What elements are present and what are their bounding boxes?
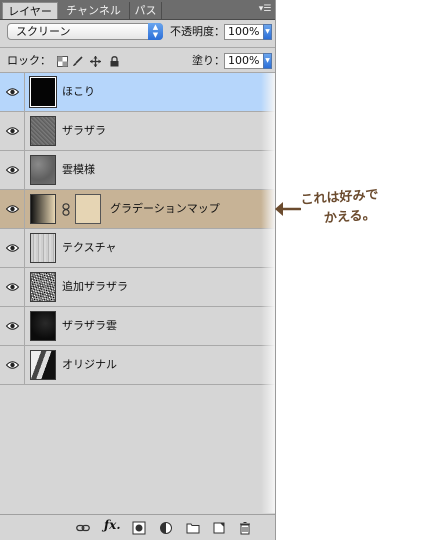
panel-menu-icon[interactable]: ▾☰	[258, 3, 272, 15]
eye-icon	[6, 244, 19, 252]
new-layer-icon[interactable]	[212, 521, 226, 535]
layer-row[interactable]: グラデーションマップ	[0, 190, 275, 229]
lock-all-padlock-icon[interactable]	[109, 56, 120, 67]
eye-icon	[6, 322, 19, 330]
layer-thumbnail	[29, 76, 57, 108]
fill-dropdown-icon[interactable]: ▼	[263, 53, 272, 69]
visibility-toggle[interactable]	[0, 268, 25, 306]
layers-bottom-toolbar: ƒx.	[0, 514, 275, 540]
delete-trash-icon[interactable]	[238, 521, 252, 535]
layer-name: ザラザラ	[62, 124, 106, 137]
layer-row[interactable]: 追加ザラザラ	[0, 268, 275, 307]
layer-thumbnail	[30, 155, 56, 185]
layer-name: グラデーションマップ	[110, 202, 220, 215]
eye-icon	[6, 205, 19, 213]
tab-layers[interactable]: レイヤー	[2, 2, 58, 19]
layer-thumbnail	[30, 350, 56, 380]
blend-mode-select[interactable]: スクリーン ▲ ▼	[7, 23, 163, 40]
tab-channels[interactable]: チャンネル	[58, 2, 130, 19]
eye-icon	[6, 88, 19, 96]
layer-row[interactable]: ザラザラ	[0, 112, 275, 151]
layer-name: ほこり	[62, 85, 95, 98]
visibility-toggle[interactable]	[0, 190, 25, 228]
layer-name: ザラザラ雲	[62, 319, 117, 332]
visibility-toggle[interactable]	[0, 307, 25, 345]
visibility-toggle[interactable]	[0, 73, 25, 111]
tab-paths[interactable]: パス	[130, 2, 162, 19]
visibility-toggle[interactable]	[0, 229, 25, 267]
layer-row[interactable]: ザラザラ雲	[0, 307, 275, 346]
fill-label: 塗り：	[192, 54, 225, 67]
eye-icon	[6, 166, 19, 174]
layer-thumbnail	[30, 233, 56, 263]
link-layers-icon[interactable]	[76, 521, 90, 535]
add-mask-icon[interactable]	[132, 521, 146, 535]
annotation-arrow-icon	[275, 202, 301, 216]
layer-name: オリジナル	[62, 358, 117, 371]
lock-position-move-icon[interactable]	[90, 56, 101, 67]
layer-thumbnail	[30, 116, 56, 146]
chain-link-icon[interactable]	[62, 203, 70, 216]
blend-mode-value: スクリーン	[16, 25, 71, 38]
visibility-toggle[interactable]	[0, 112, 25, 150]
layer-row[interactable]: ほこり	[0, 73, 275, 112]
layer-row[interactable]: テクスチャ	[0, 229, 275, 268]
visibility-toggle[interactable]	[0, 151, 25, 189]
layer-name: 雲模様	[62, 163, 95, 176]
layer-thumbnail	[30, 311, 56, 341]
layer-style-fx-icon[interactable]: ƒx.	[104, 518, 121, 532]
eye-icon	[6, 127, 19, 135]
eye-icon	[6, 361, 19, 369]
layer-row[interactable]: オリジナル	[0, 346, 275, 385]
visibility-toggle[interactable]	[0, 346, 25, 384]
panel-tab-bar: レイヤー チャンネル パス ▾☰	[0, 0, 275, 20]
lock-transparency-icon[interactable]	[57, 56, 68, 67]
select-arrows-icon: ▲ ▼	[148, 23, 163, 40]
divider	[0, 47, 275, 48]
new-group-folder-icon[interactable]	[186, 521, 200, 535]
opacity-dropdown-icon[interactable]: ▼	[263, 24, 272, 40]
gradient-map-adjustment-icon	[30, 194, 56, 224]
layer-mask-thumbnail	[75, 194, 101, 224]
layer-row[interactable]: 雲模様	[0, 151, 275, 190]
layer-name: テクスチャ	[62, 241, 117, 254]
layer-thumbnail	[30, 272, 56, 302]
opacity-label: 不透明度：	[170, 25, 225, 38]
eye-icon	[6, 283, 19, 291]
layer-list: ほこり ザラザラ 雲模様 グラデーションマップ テクスチャ 追加ザラザラ ザラザ…	[0, 73, 275, 513]
lock-pixels-brush-icon[interactable]	[72, 56, 83, 67]
layers-panel: レイヤー チャンネル パス ▾☰ スクリーン ▲ ▼ 不透明度： 100% ▼ ロ…	[0, 0, 276, 540]
lock-label: ロック：	[7, 54, 51, 67]
layer-name: 追加ザラザラ	[62, 280, 128, 293]
handwritten-annotation: これは好みで かえる。	[300, 183, 422, 231]
scroll-shadow	[261, 73, 275, 513]
adjustment-layer-icon[interactable]	[159, 521, 173, 535]
